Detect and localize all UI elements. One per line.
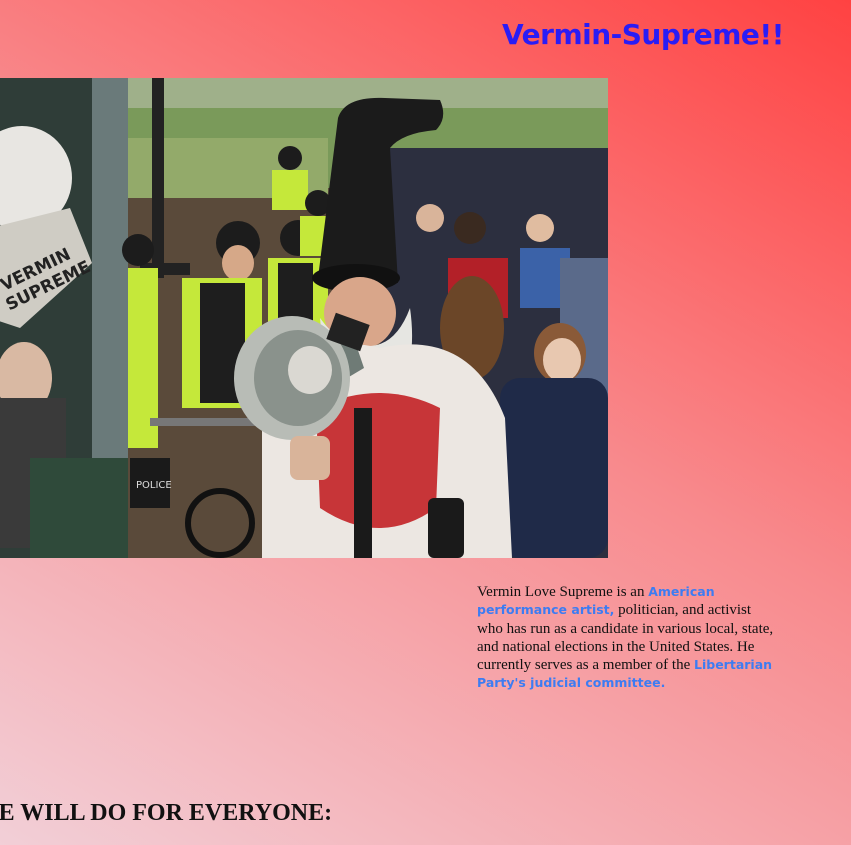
hero-photo: VERMIN SUPREME POLICE: [0, 78, 608, 558]
bio-paragraph: Vermin Love Supreme is an American perfo…: [477, 583, 777, 693]
police-label: POLICE: [136, 480, 172, 491]
section-heading: ME WILL DO FOR EVERYONE:: [0, 800, 333, 826]
page-title: Vermin-Supreme!!: [502, 18, 784, 51]
bio-text-1: Vermin Love Supreme is an: [477, 584, 649, 600]
